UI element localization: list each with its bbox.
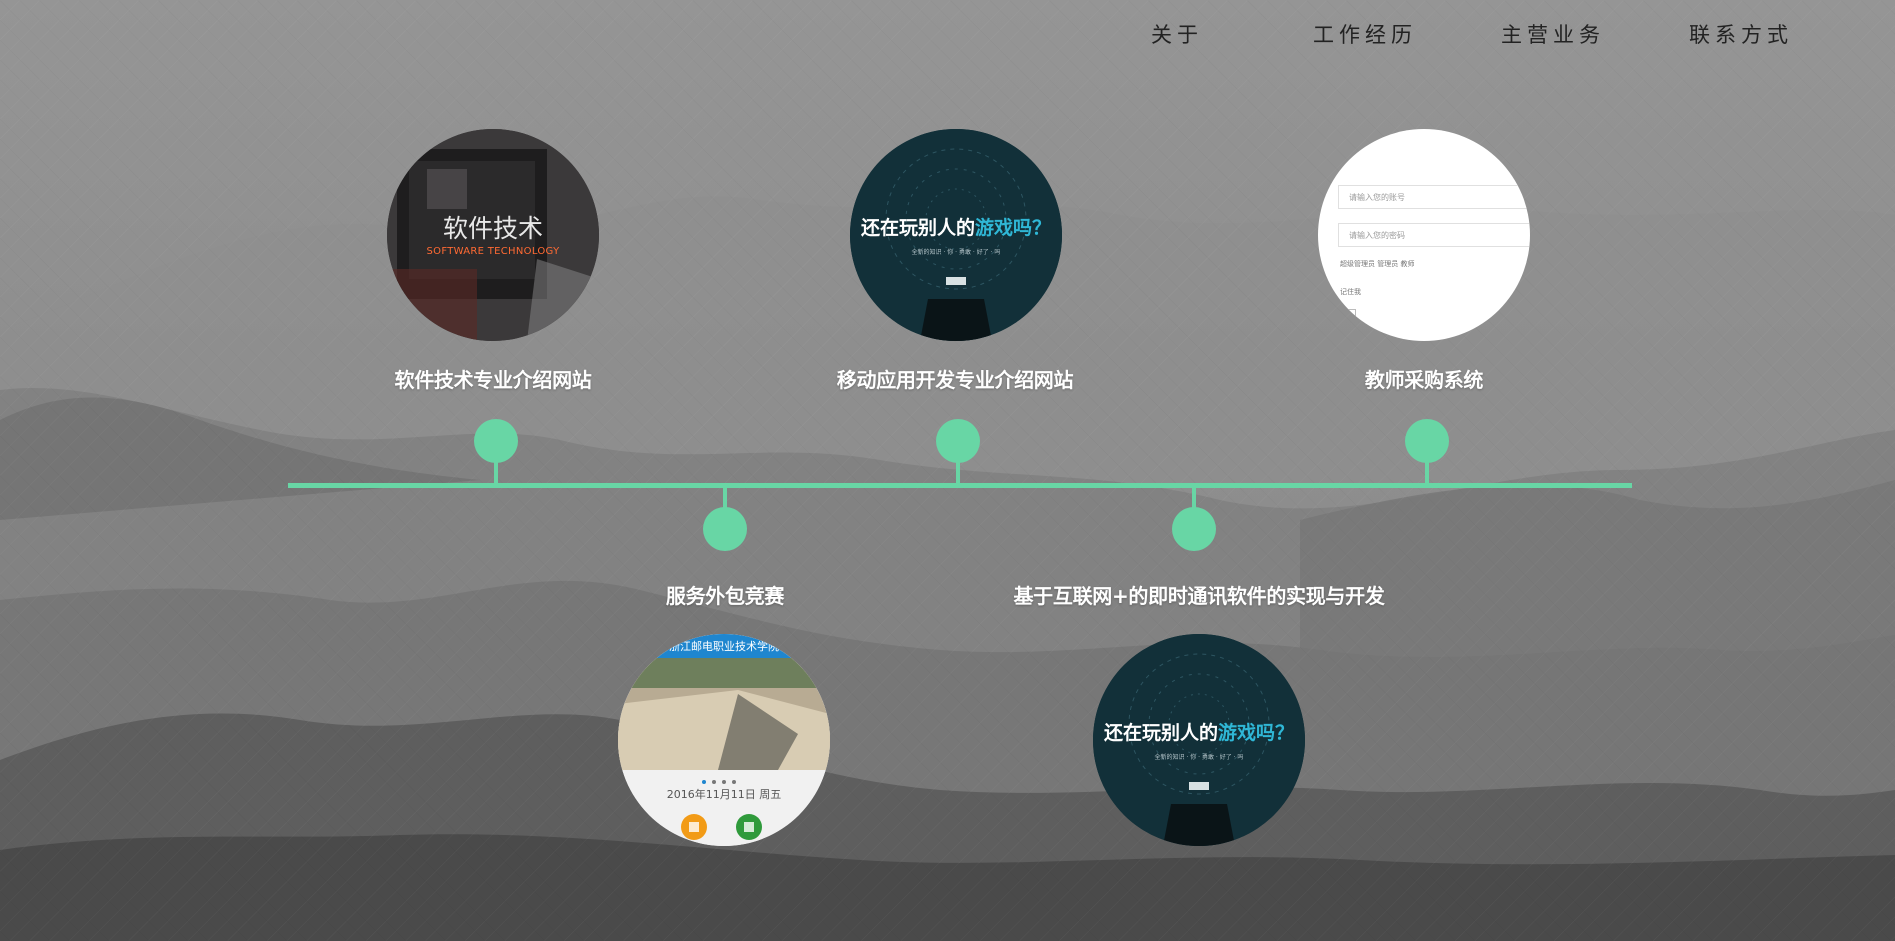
timeline-stem	[494, 462, 498, 485]
project-thumb-procurement[interactable]: 请输入您的账号 请输入您的密码 超级管理员 管理员 教师 记住我	[1318, 129, 1530, 341]
thumb-title: 还在玩别人的游戏吗？	[1103, 722, 1295, 744]
project-thumb-outsourcing[interactable]: 浙江邮电职业技术学院 2016年11月11日 周五	[618, 634, 830, 846]
nav-contact[interactable]: 联系方式	[1647, 18, 1835, 52]
thumb-title: 还在玩别人的游戏吗？	[860, 217, 1052, 239]
timeline-dot-software-site[interactable]	[474, 419, 518, 463]
project-thumb-mobile-site[interactable]: 还在玩别人的游戏吗？ 全新的知识 · 你 · 勇敢 · 好了 · 吗	[850, 129, 1062, 341]
thumb-subtitle: 全新的知识 · 你 · 勇敢 · 好了 · 吗	[1154, 754, 1244, 761]
timeline-dot-mobile-site[interactable]	[936, 419, 980, 463]
top-nav: 关于 工作经历 主营业务 联系方式	[1083, 18, 1835, 52]
thumb-college-banner: 浙江邮电职业技术学院	[618, 634, 830, 658]
thumb-date: 2016年11月11日 周五	[666, 788, 782, 801]
project-label-software-site: 软件技术专业介绍网站	[394, 368, 592, 392]
nav-main-business[interactable]: 主营业务	[1459, 18, 1647, 52]
timeline-dot-procurement[interactable]	[1405, 419, 1449, 463]
nav-work-experience[interactable]: 工作经历	[1271, 18, 1459, 52]
campus-photo	[618, 634, 830, 846]
project-label-procurement: 教师采购系统	[1364, 368, 1484, 392]
thumb-subtitle: SOFTWARE TECHNOLOGY	[426, 246, 560, 257]
timeline-dot-outsourcing[interactable]	[703, 507, 747, 551]
project-label-mobile-site: 移动应用开发专业介绍网站	[836, 368, 1074, 392]
timeline-stem	[723, 486, 727, 509]
project-thumb-im-software[interactable]: 还在玩别人的游戏吗？ 全新的知识 · 你 · 勇敢 · 好了 · 吗	[1093, 634, 1305, 846]
project-thumb-software-site[interactable]: 软件技术 SOFTWARE TECHNOLOGY	[387, 129, 599, 341]
thumb-role-options: 超级管理员 管理员 教师	[1340, 260, 1415, 268]
project-label-outsourcing: 服务外包竞赛	[665, 584, 785, 608]
thumb-account-field: 请输入您的账号	[1338, 185, 1530, 209]
timeline-dot-im-software[interactable]	[1172, 507, 1216, 551]
timeline-stem	[956, 462, 960, 485]
thumb-login-button	[1340, 309, 1356, 321]
timeline-stem	[1425, 462, 1429, 485]
thumb-subtitle: 全新的知识 · 你 · 勇敢 · 好了 · 吗	[911, 249, 1001, 256]
timeline-stem	[1192, 486, 1196, 509]
project-label-im-software: 基于互联网+的即时通讯软件的实现与开发	[1013, 584, 1385, 608]
thumb-remember-option: 记住我	[1340, 288, 1361, 296]
thumb-password-field: 请输入您的密码	[1338, 223, 1530, 247]
nav-about[interactable]: 关于	[1083, 18, 1271, 52]
thumb-title: 软件技术	[442, 214, 543, 243]
timeline-line	[288, 483, 1632, 488]
